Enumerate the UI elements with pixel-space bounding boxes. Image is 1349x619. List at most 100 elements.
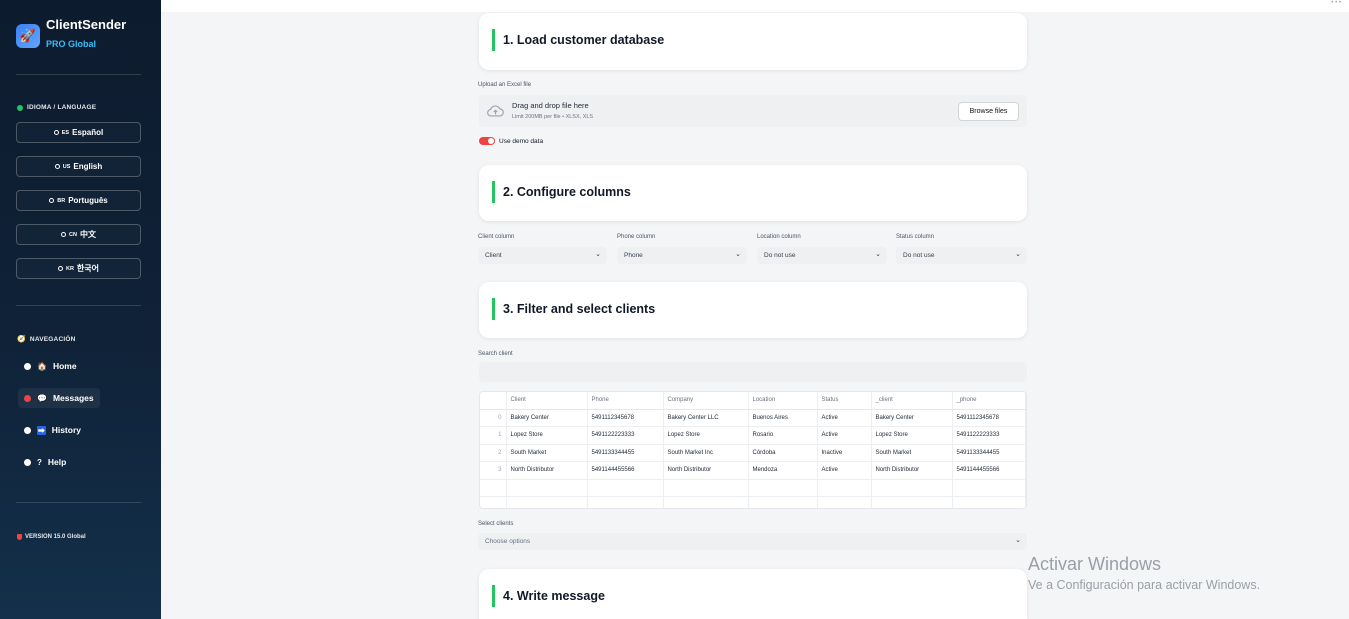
radio-icon xyxy=(24,362,31,370)
column-header[interactable]: Client xyxy=(506,392,588,410)
column-header[interactable]: Location xyxy=(748,392,818,410)
demo-data-toggle-row[interactable]: Use demo data xyxy=(479,137,543,145)
select-clients-multiselect[interactable]: Choose options ⌄ xyxy=(478,533,1027,550)
table-cell[interactable]: 5491144455566 xyxy=(952,461,1026,480)
select-value: Do not use xyxy=(764,252,796,259)
dropzone-text: Drag and drop file here xyxy=(512,101,589,110)
lang-option-pt[interactable]: BR Português xyxy=(16,190,141,211)
help-icon: ? xyxy=(37,457,42,467)
shield-icon xyxy=(17,534,22,540)
lang-label: 中文 xyxy=(79,230,96,239)
clients-table[interactable]: Client Phone Company Location Status _cl… xyxy=(479,391,1027,509)
search-client-input[interactable] xyxy=(479,362,1027,382)
column-header[interactable]: _client xyxy=(871,392,953,410)
table-header-row: Client Phone Company Location Status _cl… xyxy=(480,392,1026,410)
table-row[interactable]: 0 Bakery Center 5491112345678 Bakery Cen… xyxy=(480,409,1026,427)
lang-option-zh[interactable]: CN 中文 xyxy=(16,224,141,245)
client-column-label: Client column xyxy=(478,234,515,240)
table-cell[interactable]: Buenos Aires xyxy=(748,409,818,427)
lang-option-en[interactable]: US English xyxy=(16,156,141,177)
phone-column-select[interactable]: Phone ⌄ xyxy=(617,247,747,264)
radio-icon xyxy=(57,266,63,271)
nav-messages[interactable]: 💬 Messages xyxy=(18,388,100,408)
nav-label: History xyxy=(51,425,81,435)
column-header[interactable]: _phone xyxy=(952,392,1026,410)
nav-history[interactable]: ➡ History xyxy=(18,420,87,440)
column-header[interactable]: Company xyxy=(663,392,749,410)
table-cell[interactable]: 5491122223333 xyxy=(952,426,1026,445)
table-row-empty[interactable] xyxy=(480,479,1026,497)
nav-title-text: NAVEGACIÓN xyxy=(29,335,76,343)
table-cell[interactable]: South Market Inc xyxy=(663,444,749,462)
table-cell[interactable]: 5491133344455 xyxy=(587,444,664,462)
table-cell[interactable]: Lopez Store xyxy=(506,426,588,445)
table-cell[interactable]: Lopez Store xyxy=(663,426,749,445)
row-index: 0 xyxy=(480,409,507,427)
lang-label: English xyxy=(73,162,103,171)
row-index: 2 xyxy=(480,444,507,462)
table-cell[interactable]: 5491112345678 xyxy=(587,409,664,427)
lang-label: Português xyxy=(68,196,108,205)
table-cell[interactable]: Rosario xyxy=(748,426,818,445)
table-cell[interactable]: Mendoza xyxy=(748,461,818,480)
rocket-icon: 🚀 xyxy=(16,24,40,48)
top-bar xyxy=(161,0,1349,12)
column-header[interactable]: Phone xyxy=(587,392,664,410)
column-header[interactable] xyxy=(480,392,507,410)
table-cell[interactable]: South Market xyxy=(506,444,588,462)
table-cell[interactable]: North Distributor xyxy=(663,461,749,480)
nav-home[interactable]: 🏠 Home xyxy=(18,356,83,376)
brand-subtitle: PRO Global xyxy=(46,39,97,49)
status-column-label: Status column xyxy=(896,234,935,240)
watermark-subtitle: Ve a Configuración para activar Windows. xyxy=(1028,578,1261,592)
select-clients-label: Select clients xyxy=(478,521,514,527)
radio-icon xyxy=(49,198,55,203)
table-cell[interactable]: Lopez Store xyxy=(871,426,953,445)
table-cell[interactable]: 5491133344455 xyxy=(952,444,1026,462)
divider xyxy=(16,502,141,503)
column-header[interactable]: Status xyxy=(817,392,872,410)
chevron-down-icon: ⌄ xyxy=(1015,251,1021,258)
section-title: 4. Write message xyxy=(492,585,605,607)
status-dot-icon xyxy=(17,104,23,111)
nav-help[interactable]: ? Help xyxy=(18,452,72,472)
select-value: Client xyxy=(485,252,502,259)
lang-option-ko[interactable]: KR 한국어 xyxy=(16,258,141,279)
browse-files-button[interactable]: Browse files xyxy=(958,102,1019,121)
table-cell[interactable]: South Market xyxy=(871,444,953,462)
compass-icon: 🧭 xyxy=(17,336,26,343)
lang-label: 한국어 xyxy=(76,264,100,273)
table-cell[interactable]: Inactive xyxy=(817,444,872,462)
table-row[interactable]: 1 Lopez Store 5491122223333 Lopez Store … xyxy=(480,426,1026,445)
status-column-select[interactable]: Do not use ⌄ xyxy=(896,247,1027,264)
table-row[interactable]: 3 North Distributor 5491144455566 North … xyxy=(480,461,1026,480)
location-column-select[interactable]: Do not use ⌄ xyxy=(757,247,887,264)
table-cell[interactable]: Córdoba xyxy=(748,444,818,462)
table-cell[interactable]: 5491112345678 xyxy=(952,409,1026,427)
table-cell[interactable]: Bakery Center LLC xyxy=(663,409,749,427)
select-value: Phone xyxy=(624,252,643,259)
table-row-empty[interactable] xyxy=(480,496,1026,508)
menu-dots-icon[interactable]: • • • xyxy=(1331,0,1341,6)
table-cell[interactable]: Bakery Center xyxy=(506,409,588,427)
table-cell[interactable]: North Distributor xyxy=(871,461,953,480)
home-icon: 🏠 xyxy=(37,361,47,371)
phone-column-label: Phone column xyxy=(617,234,656,240)
windows-activation-watermark: Activar Windows Ve a Configuración para … xyxy=(1028,554,1260,592)
client-column-select[interactable]: Client ⌄ xyxy=(478,247,607,264)
table-cell[interactable]: Active xyxy=(817,409,872,427)
table-cell[interactable]: North Distributor xyxy=(506,461,588,480)
flag-code: US xyxy=(62,163,71,170)
lang-option-es[interactable]: ES Español xyxy=(16,122,141,143)
table-row[interactable]: 2 South Market 5491133344455 South Marke… xyxy=(480,444,1026,462)
table-cell[interactable]: Active xyxy=(817,426,872,445)
table-cell[interactable]: Active xyxy=(817,461,872,480)
upload-label: Upload an Excel file xyxy=(478,82,532,88)
table-cell[interactable]: Bakery Center xyxy=(871,409,953,427)
table-cell[interactable]: 5491144455566 xyxy=(587,461,664,480)
select-value: Do not use xyxy=(903,252,935,259)
table-cell[interactable]: 5491122223333 xyxy=(587,426,664,445)
toggle-switch[interactable] xyxy=(479,137,495,145)
file-dropzone[interactable]: Drag and drop file here Limit 200MB per … xyxy=(479,95,1027,127)
nav-label: Home xyxy=(52,361,77,371)
